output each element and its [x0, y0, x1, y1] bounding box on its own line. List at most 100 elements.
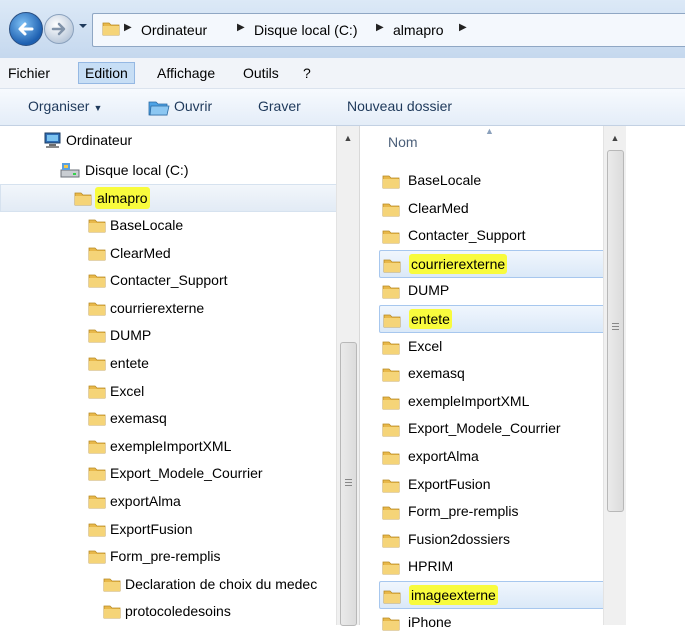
command-toolbar: Organiser ▼ Ouvrir Graver Nouveau dossier: [0, 89, 685, 126]
file-item-label: Contacter_Support: [408, 227, 526, 244]
folder-icon: [88, 385, 106, 398]
tree-item-label: Export_Modele_Courrier: [110, 465, 263, 482]
folder-icon: [382, 451, 400, 465]
folder-icon: [382, 561, 400, 575]
back-button[interactable]: [9, 12, 43, 46]
folder-icon: [382, 534, 400, 548]
tree-item-label: ExportFusion: [110, 520, 193, 537]
scrollbar-thumb[interactable]: [340, 342, 357, 626]
scroll-up-icon[interactable]: ▲: [337, 128, 359, 148]
folder-icon: [88, 523, 106, 536]
file-item-label: Fusion2dossiers: [408, 530, 510, 547]
tree-item-label: DUMP: [110, 327, 152, 344]
menu-help[interactable]: ?: [297, 63, 317, 83]
file-item[interactable]: imageexterne: [379, 581, 605, 609]
new-folder-button[interactable]: Nouveau dossier: [347, 98, 452, 114]
folder-icon: [382, 175, 400, 189]
history-dropdown-icon[interactable]: [78, 21, 88, 31]
breadcrumb-local-disk[interactable]: Disque local (C:): [254, 22, 357, 38]
grip-line: [612, 323, 619, 324]
folder-icon: [382, 506, 400, 520]
folder-icon: [103, 578, 121, 592]
grip-line: [612, 326, 619, 327]
file-item-label: BaseLocale: [408, 172, 482, 188]
breadcrumb-separator[interactable]: ▶: [376, 22, 384, 33]
tree-item-label: Declaration de choix du medec: [125, 576, 318, 592]
breadcrumb-separator[interactable]: ▶: [124, 22, 132, 33]
folder-icon: [88, 357, 106, 371]
grip-line: [612, 329, 619, 330]
menu-fichier[interactable]: Fichier: [2, 63, 56, 83]
organise-button[interactable]: Organiser ▼: [28, 98, 102, 114]
tree-item-label: Ordinateur: [66, 132, 133, 148]
file-item[interactable]: courrierexterne: [379, 249, 605, 278]
folder-icon: [383, 259, 401, 273]
scrollbar-thumb[interactable]: [607, 150, 624, 512]
folder-icon: [382, 341, 400, 354]
file-item-label: HPRIM: [408, 558, 454, 575]
content-scrollbar[interactable]: ▲: [603, 126, 626, 625]
tree-item-label: almapro: [95, 187, 150, 209]
tree-item-label: Disque local (C:): [85, 162, 189, 178]
folder-icon: [383, 590, 401, 604]
file-item-label: iPhone: [408, 613, 452, 630]
menu-affichage[interactable]: Affichage: [151, 63, 221, 83]
folder-icon: [88, 550, 106, 564]
folder-icon: [88, 440, 106, 454]
file-item-label: exempleImportXML: [408, 392, 530, 409]
folder-icon: [382, 423, 400, 437]
breadcrumb-almapro[interactable]: almapro: [393, 22, 444, 38]
folder-icon: [74, 192, 92, 206]
file-item-label: DUMP: [408, 282, 450, 299]
tree-item-almapro[interactable]: almapro: [0, 184, 337, 212]
grip-line: [345, 485, 352, 486]
folder-icon: [382, 396, 400, 410]
tree-item-label: Contacter_Support: [110, 272, 228, 289]
tree-item-label: exemasq: [110, 410, 167, 427]
folder-icon: [88, 495, 106, 509]
scroll-up-icon[interactable]: ▲: [604, 128, 626, 148]
menu-outils[interactable]: Outils: [237, 63, 285, 83]
navigation-pane[interactable]: Ordinateur Disque local (C:) almapro Bas…: [0, 126, 358, 625]
grip-line: [345, 479, 352, 480]
folder-icon: [88, 247, 106, 260]
tree-item-subfolder[interactable]: Declaration de choix du medec: [103, 571, 335, 597]
open-button[interactable]: Ouvrir: [174, 98, 212, 114]
breadcrumb-separator[interactable]: ▶: [459, 22, 467, 33]
folder-icon: [382, 368, 400, 382]
folder-icon: [88, 274, 106, 288]
computer-icon: [44, 132, 61, 148]
tree-item-label: exempleImportXML: [110, 437, 232, 454]
address-bar: ▶ Ordinateur ▶ Disque local (C:) ▶ almap…: [0, 0, 685, 58]
tree-item-label: entete: [110, 355, 149, 371]
file-item-label: Form_pre-remplis: [408, 503, 519, 520]
open-folder-icon: [148, 101, 170, 116]
tree-item-label: Form_pre-remplis: [110, 548, 221, 565]
file-item-label: courrierexterne: [409, 253, 508, 274]
menu-edition[interactable]: Edition: [78, 62, 135, 84]
forward-button[interactable]: [44, 14, 74, 44]
breadcrumb-separator[interactable]: ▶: [237, 22, 245, 33]
file-item[interactable]: entete: [379, 305, 605, 333]
grip-line: [345, 482, 352, 483]
file-item-label: exportAlma: [408, 448, 479, 464]
burn-button[interactable]: Graver: [258, 98, 301, 114]
folder-icon: [88, 302, 106, 316]
navigation-scrollbar[interactable]: ▲: [336, 126, 359, 626]
forward-arrow-icon: [51, 22, 66, 36]
file-item-label: ClearMed: [408, 199, 469, 216]
column-header-name[interactable]: Nom: [388, 134, 418, 150]
tree-item-label: protocoledesoins: [125, 603, 231, 619]
tree-item-label: BaseLocale: [110, 217, 184, 233]
tree-item-label: exportAlma: [110, 493, 181, 509]
folder-icon: [383, 314, 401, 328]
file-item-label: imageexterne: [409, 585, 498, 605]
folder-icon: [382, 203, 400, 216]
folder-icon: [88, 412, 106, 426]
file-item-label: entete: [409, 309, 452, 329]
tree-item-subfolder[interactable]: protocoledesoins: [103, 598, 335, 624]
breadcrumb-ordinateur[interactable]: Ordinateur: [141, 22, 207, 38]
folder-icon: [88, 219, 106, 233]
details-pane: [626, 126, 685, 625]
folder-icon: [382, 479, 400, 492]
